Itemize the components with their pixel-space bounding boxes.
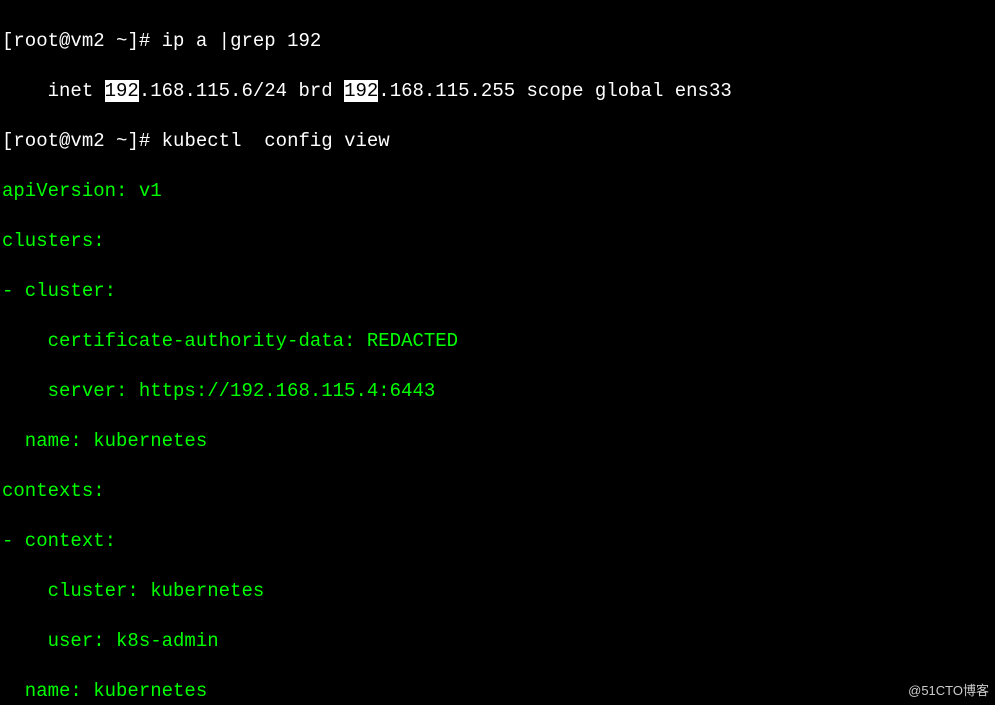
terminal-line: [root@vm2 ~]# ip a |grep 192	[2, 29, 993, 54]
inet-prefix: inet	[48, 80, 105, 102]
inet-mid: .168.115.6/24 brd	[139, 80, 344, 102]
prompt-bracket-close: ]#	[127, 130, 161, 152]
terminal-line: inet 192.168.115.6/24 brd 192.168.115.25…	[2, 79, 993, 104]
prompt-tilde: ~	[105, 130, 128, 152]
config-line: name: kubernetes	[2, 429, 993, 454]
command-text: ip a |grep 192	[162, 30, 322, 52]
prompt-bracket-close: ]#	[127, 30, 161, 52]
inet-indent	[2, 80, 48, 102]
config-line: - context:	[2, 529, 993, 554]
prompt-bracket-open: [	[2, 130, 13, 152]
command-text: kubectl config view	[162, 130, 390, 152]
watermark: @51CTO博客	[908, 680, 989, 699]
config-line: cluster: kubernetes	[2, 579, 993, 604]
terminal-line: [root@vm2 ~]# kubectl config view	[2, 129, 993, 154]
config-line: contexts:	[2, 479, 993, 504]
config-line: clusters:	[2, 229, 993, 254]
config-line: name: kubernetes	[2, 679, 993, 704]
prompt-bracket-open: [	[2, 30, 13, 52]
inet-suffix: .168.115.255 scope global ens33	[378, 80, 731, 102]
config-line: apiVersion: v1	[2, 179, 993, 204]
prompt-userhost: root@vm2	[13, 130, 104, 152]
config-line: server: https://192.168.115.4:6443	[2, 379, 993, 404]
prompt-userhost: root@vm2	[13, 30, 104, 52]
config-line: - cluster:	[2, 279, 993, 304]
terminal-output[interactable]: [root@vm2 ~]# ip a |grep 192 inet 192.16…	[0, 0, 995, 705]
grep-highlight: 192	[105, 80, 139, 102]
config-line: user: k8s-admin	[2, 629, 993, 654]
prompt-tilde: ~	[105, 30, 128, 52]
config-line: certificate-authority-data: REDACTED	[2, 329, 993, 354]
grep-highlight: 192	[344, 80, 378, 102]
